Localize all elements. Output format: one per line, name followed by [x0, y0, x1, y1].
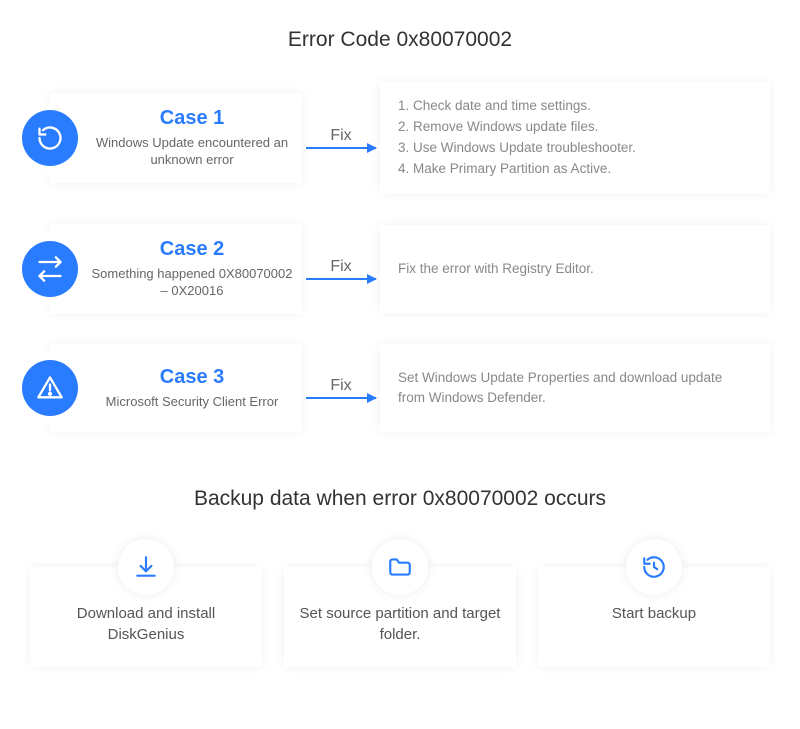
transfer-icon	[22, 241, 78, 297]
fix-arrow: Fix	[306, 258, 376, 280]
fix-card-1: 1. Check date and time settings. 2. Remo…	[380, 82, 770, 194]
fix-label: Fix	[330, 377, 351, 395]
case-desc: Microsoft Security Client Error	[90, 393, 294, 411]
fix-arrow: Fix	[306, 377, 376, 399]
case-title: Case 2	[90, 238, 294, 261]
backup-card-3: Start backup	[538, 567, 770, 667]
refresh-icon	[22, 110, 78, 166]
arrow-icon	[306, 278, 376, 280]
fix-text: Set Windows Update Properties and downlo…	[398, 368, 752, 409]
fix-card-3: Set Windows Update Properties and downlo…	[380, 344, 770, 432]
case-title: Case 3	[90, 366, 294, 389]
fix-arrow: Fix	[306, 127, 376, 149]
backup-steps-container: Download and install DiskGenius Set sour…	[0, 539, 800, 667]
case-row-2: Case 2 Something happened 0X80070002 – 0…	[30, 224, 770, 314]
case-row-1: Case 1 Windows Update encountered an unk…	[30, 82, 770, 194]
backup-step-text: Download and install DiskGenius	[42, 603, 250, 645]
case-row-3: Case 3 Microsoft Security Client Error F…	[30, 344, 770, 432]
backup-step-text: Start backup	[550, 603, 758, 624]
fix-card-2: Fix the error with Registry Editor.	[380, 225, 770, 313]
folder-icon	[372, 539, 428, 595]
arrow-icon	[306, 397, 376, 399]
history-icon	[626, 539, 682, 595]
fix-list-item: 1. Check date and time settings.	[398, 96, 752, 117]
fix-label: Fix	[330, 258, 351, 276]
download-icon	[118, 539, 174, 595]
fix-text: Fix the error with Registry Editor.	[398, 259, 752, 279]
case-card-3: Case 3 Microsoft Security Client Error	[50, 344, 302, 432]
backup-card-1: Download and install DiskGenius	[30, 567, 262, 667]
backup-card-2: Set source partition and target folder.	[284, 567, 516, 667]
case-desc: Something happened 0X80070002 – 0X20016	[90, 265, 294, 300]
fix-list-item: 4. Make Primary Partition as Active.	[398, 159, 752, 180]
fix-label: Fix	[330, 127, 351, 145]
cases-container: Case 1 Windows Update encountered an unk…	[0, 82, 800, 432]
backup-section-title: Backup data when error 0x80070002 occurs	[0, 432, 800, 539]
case-card-2: Case 2 Something happened 0X80070002 – 0…	[50, 224, 302, 314]
warning-icon	[22, 360, 78, 416]
arrow-icon	[306, 147, 376, 149]
case-title: Case 1	[90, 107, 294, 130]
case-card-1: Case 1 Windows Update encountered an unk…	[50, 93, 302, 183]
fix-list-item: 3. Use Windows Update troubleshooter.	[398, 138, 752, 159]
page-title: Error Code 0x80070002	[0, 0, 800, 82]
fix-list-item: 2. Remove Windows update files.	[398, 117, 752, 138]
backup-step-text: Set source partition and target folder.	[296, 603, 504, 645]
case-desc: Windows Update encountered an unknown er…	[90, 134, 294, 169]
